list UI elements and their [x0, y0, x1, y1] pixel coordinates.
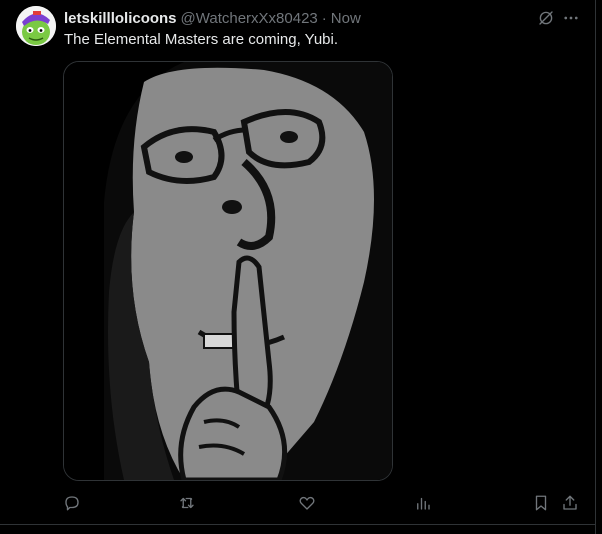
avatar[interactable] — [16, 6, 56, 46]
like-button[interactable] — [294, 490, 320, 516]
bookmark-icon — [535, 495, 547, 511]
reply-button[interactable] — [59, 490, 85, 516]
reply-icon — [65, 496, 79, 511]
share-button[interactable] — [557, 490, 583, 516]
header-separator: · — [321, 9, 327, 27]
like-icon — [299, 496, 315, 510]
grok-icon — [539, 11, 553, 25]
tweet-image[interactable] — [63, 61, 393, 481]
views-button[interactable] — [410, 490, 436, 516]
share-icon — [563, 495, 577, 510]
timestamp[interactable]: Now — [331, 10, 361, 27]
more-icon — [564, 16, 578, 20]
bookmark-button[interactable] — [528, 490, 554, 516]
more-options-button[interactable] — [559, 6, 583, 30]
grok-button[interactable] — [534, 6, 558, 30]
tweet-divider — [0, 524, 596, 525]
timeline-divider — [595, 0, 596, 534]
display-name[interactable]: letskilllolicoons — [64, 10, 177, 27]
tweet-header: letskilllolicoons @WatcherxXx80423 · Now — [64, 8, 361, 28]
tweet-text: The Elemental Masters are coming, Yubi. — [64, 31, 339, 48]
user-handle[interactable]: @WatcherxXx80423 — [181, 10, 318, 27]
views-icon — [417, 497, 430, 510]
repost-icon — [180, 497, 194, 509]
repost-button[interactable] — [174, 490, 200, 516]
